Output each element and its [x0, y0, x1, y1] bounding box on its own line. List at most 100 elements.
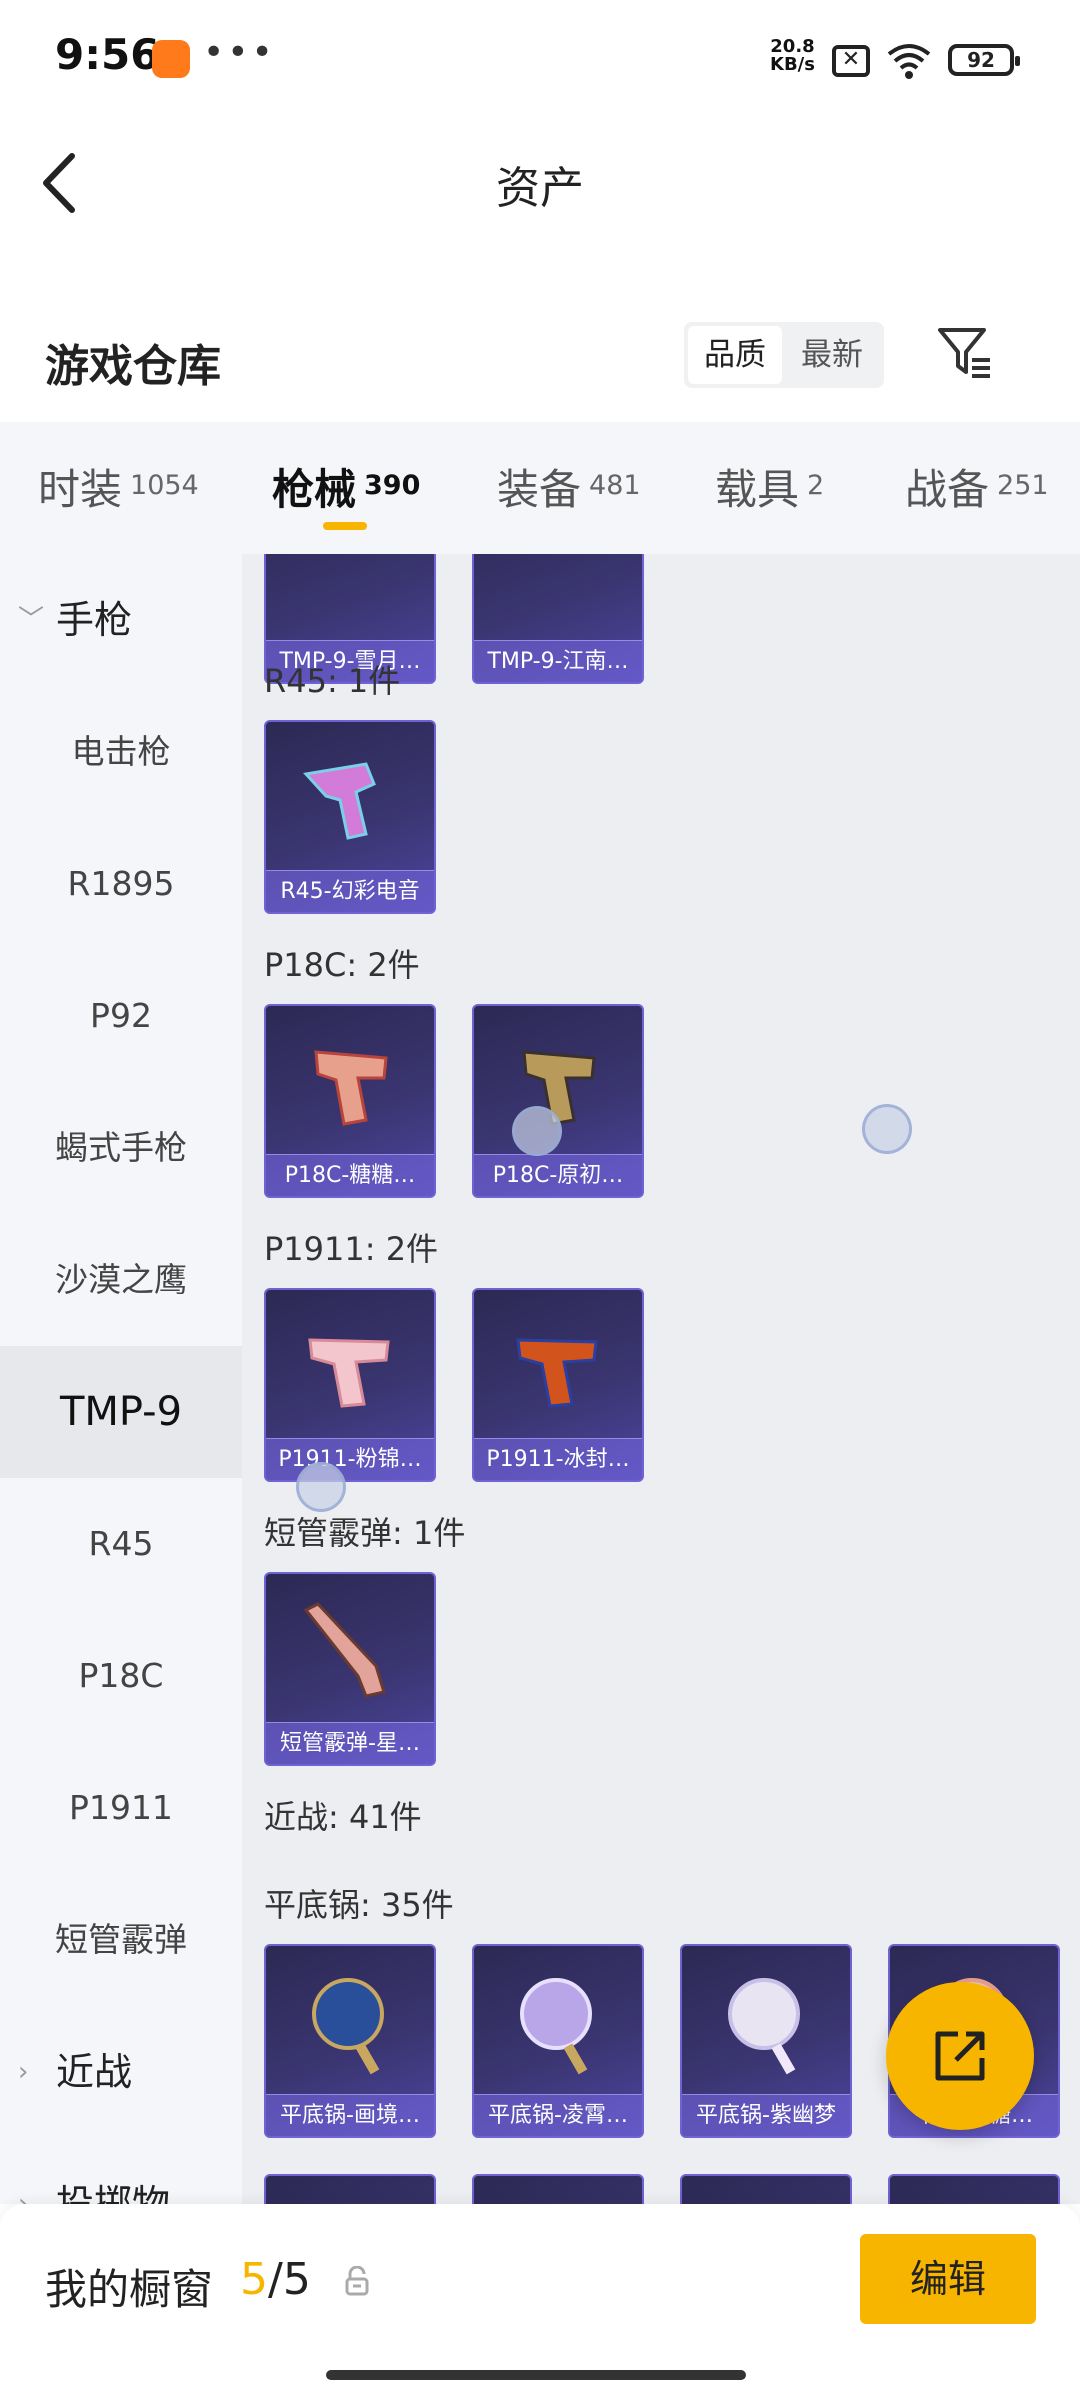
item-name: 平底锅-凌霄…	[474, 2094, 642, 2136]
tab-vehicles[interactable]: 载具 2	[715, 422, 824, 554]
tab-count: 390	[364, 470, 421, 501]
sort-toggle: 品质 最新	[684, 322, 884, 388]
item-name: TMP-9-江南…	[474, 640, 642, 682]
showcase-count: 5/5	[240, 2254, 311, 2305]
tab-count: 1054	[130, 470, 199, 501]
sidebar-item-desert-eagle[interactable]: 沙漠之鹰	[0, 1214, 242, 1346]
sidebar-item-scorpion[interactable]: 蝎式手枪	[0, 1082, 242, 1214]
item-card[interactable]: P18C-原初…	[472, 1004, 644, 1198]
item-name: 平底锅-紫幽梦	[682, 2094, 850, 2136]
battery-icon: 92	[948, 44, 1020, 76]
item-card[interactable]	[472, 2174, 644, 2204]
item-name: P18C-原初…	[474, 1154, 642, 1196]
item-card[interactable]: P1911-冰封…	[472, 1288, 644, 1482]
chevron-right-icon: ›	[18, 2057, 29, 2087]
showcase-count-separator: /	[268, 2254, 283, 2305]
group-label: P1911: 2件	[264, 1230, 439, 1268]
item-card[interactable]: TMP-9-江南…	[472, 554, 644, 684]
shotgun-icon	[303, 1602, 386, 1698]
tab-supplies[interactable]: 战备 251	[905, 422, 1049, 554]
sidebar-item-r45[interactable]: R45	[0, 1478, 242, 1610]
showcase-label: 我的橱窗	[45, 2265, 214, 2314]
category-tabs: 时装 1054 枪械 390 装备 481 载具 2 战备 251	[0, 422, 1080, 554]
share-button[interactable]	[886, 1982, 1034, 2130]
app-notification-icon	[152, 40, 190, 78]
network-speed: 20.8 KB/s	[770, 38, 815, 74]
item-card[interactable]: P18C-糖糖…	[264, 1004, 436, 1198]
filter-icon[interactable]	[936, 324, 992, 380]
item-card[interactable]	[888, 2174, 1060, 2204]
showcase-count-total: 5	[282, 2254, 311, 2305]
tab-count: 481	[589, 470, 641, 501]
item-card[interactable]: R45-幻彩电音	[264, 720, 436, 914]
group-label: P18C: 2件	[264, 946, 420, 984]
touch-indicator	[862, 1104, 912, 1154]
sidebar: ﹀ 手枪 电击枪 R1895 P92 蝎式手枪 沙漠之鹰 TMP-9 R45 P…	[0, 554, 242, 2204]
sort-quality-button[interactable]: 品质	[688, 326, 782, 384]
sidebar-item-tmp9[interactable]: TMP-9	[0, 1346, 242, 1478]
tab-equipment[interactable]: 装备 481	[497, 422, 641, 554]
sidebar-group-pistols[interactable]: ﹀ 手枪	[0, 554, 242, 686]
sidebar-item-p1911[interactable]: P1911	[0, 1742, 242, 1874]
chevron-down-icon: ﹀	[18, 605, 45, 635]
sidebar-item-p92[interactable]: P92	[0, 950, 242, 1082]
more-notifications-icon: •••	[203, 32, 276, 73]
item-card[interactable]: 平底锅-紫幽梦	[680, 1944, 852, 2138]
sidebar-item-sawed-off[interactable]: 短管霰弹	[0, 1874, 242, 2006]
item-name: P18C-糖糖…	[266, 1154, 434, 1196]
group-label: 平底锅: 35件	[264, 1886, 454, 1924]
revolver-icon	[303, 762, 376, 840]
network-speed-unit: KB/s	[770, 54, 815, 75]
sidebar-group-melee[interactable]: › 近战	[0, 2006, 242, 2138]
tab-firearms[interactable]: 枪械 390	[272, 422, 420, 554]
page-title: 资产	[496, 163, 584, 214]
tab-label: 装备	[497, 465, 582, 514]
pistol-icon	[516, 1338, 598, 1408]
item-card[interactable]: P1911-粉锦…	[264, 1288, 436, 1482]
group-label: 近战: 41件	[264, 1798, 422, 1836]
group-label: 短管霰弹: 1件	[264, 1514, 466, 1552]
tab-label: 战备	[905, 465, 990, 514]
item-name: P1911-粉锦…	[266, 1438, 434, 1480]
item-card[interactable]: 短管霰弹-星…	[264, 1572, 436, 1766]
item-card[interactable]	[680, 2174, 852, 2204]
group-label: R45: 1件	[264, 662, 401, 700]
item-grid: TMP-9-雪月… TMP-9-江南… R45: 1件 R45-幻彩电音 P18…	[242, 554, 1080, 2204]
sort-newest-button[interactable]: 最新	[784, 326, 880, 384]
edit-button[interactable]: 编辑	[860, 2234, 1036, 2324]
sidebar-item-label: 手枪	[56, 598, 133, 642]
tab-fashion[interactable]: 时装 1054	[38, 422, 199, 554]
frying-pan-icon	[520, 1978, 592, 2075]
tab-count: 2	[807, 470, 825, 501]
section-title: 游戏仓库	[45, 341, 221, 392]
wifi-icon	[887, 44, 931, 79]
active-tab-indicator	[323, 522, 367, 530]
share-external-icon	[935, 2031, 985, 2081]
frying-pan-icon	[312, 1978, 384, 2075]
showcase-count-current: 5	[240, 2254, 268, 2305]
item-name: P1911-冰封…	[474, 1438, 642, 1480]
status-bar: 9:56 ••• 20.8 KB/s ✕ 92	[0, 0, 1080, 120]
tab-label: 载具	[715, 465, 800, 514]
item-card[interactable]	[264, 2174, 436, 2204]
sidebar-group-throwables[interactable]: › 投掷物	[0, 2138, 242, 2204]
touch-indicator	[296, 1462, 346, 1512]
sidebar-item-r1895[interactable]: R1895	[0, 818, 242, 950]
touch-indicator	[512, 1106, 562, 1156]
tab-count: 251	[997, 470, 1049, 501]
item-card[interactable]: 平底锅-凌霄…	[472, 1944, 644, 2138]
sidebar-item-label: 投掷物	[56, 2182, 171, 2204]
frying-pan-icon	[728, 1978, 800, 2075]
sidebar-item-p18c[interactable]: P18C	[0, 1610, 242, 1742]
chevron-right-icon: ›	[18, 2189, 29, 2204]
sidebar-item-stun-gun[interactable]: 电击枪	[0, 686, 242, 818]
pistol-icon	[308, 1338, 390, 1408]
pistol-icon	[314, 1050, 388, 1126]
item-card[interactable]: 平底锅-画境…	[264, 1944, 436, 2138]
item-name: 平底锅-画境…	[266, 2094, 434, 2136]
tab-label: 时装	[38, 465, 123, 514]
sidebar-item-label: 近战	[56, 2050, 133, 2094]
tab-label: 枪械	[272, 465, 357, 514]
home-indicator[interactable]	[326, 2370, 746, 2380]
lock-icon	[345, 2266, 369, 2296]
